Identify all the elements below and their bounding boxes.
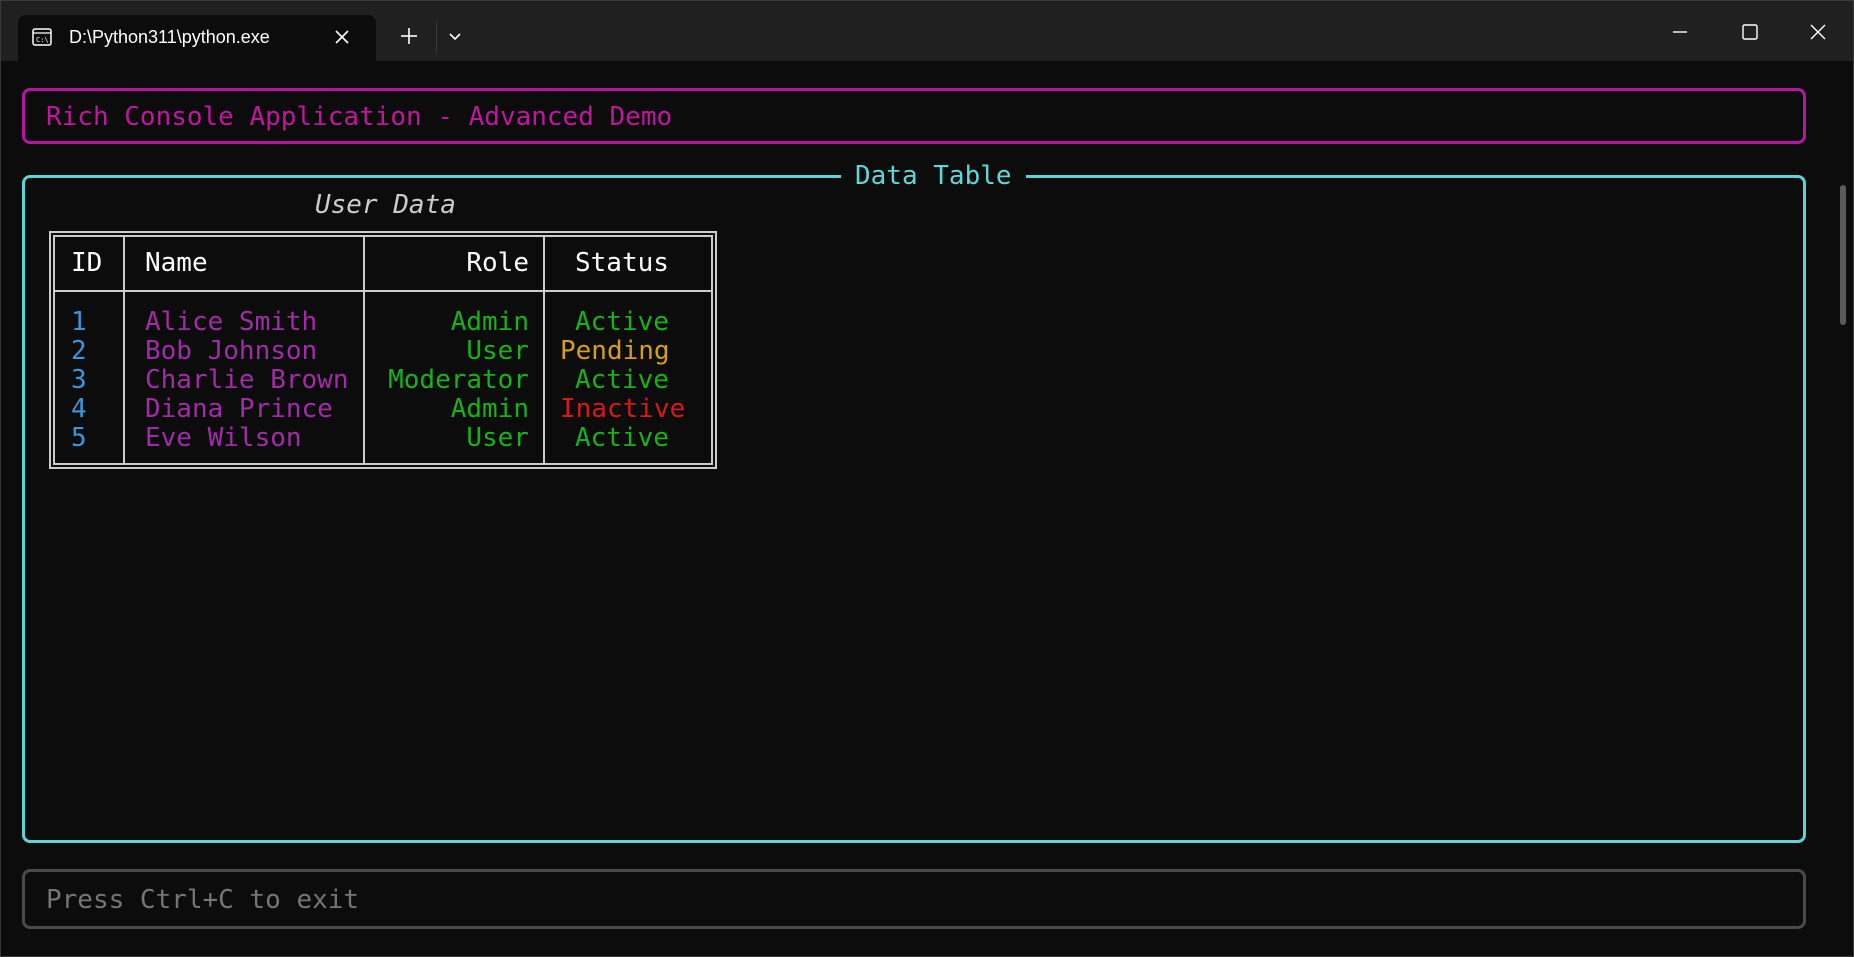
scrollbar-thumb[interactable]	[1840, 185, 1846, 325]
user-data-table: ID Name Role Status 1 Alice Smith Admin …	[49, 231, 717, 469]
input-panel[interactable]	[22, 869, 1806, 929]
cell-role: Admin	[450, 307, 529, 337]
column-divider	[363, 237, 365, 463]
panel-title: Data Table	[841, 161, 1026, 191]
column-header-name: Name	[145, 248, 208, 278]
tab-separator	[436, 21, 437, 53]
terminal-content: Rich Console Application - Advanced Demo…	[1, 61, 1853, 956]
title-bar: C:\ D:\Python311\python.exe	[1, 1, 1853, 61]
cell-status: Pending	[560, 336, 670, 366]
app-title: Rich Console Application - Advanced Demo	[46, 102, 673, 132]
column-divider	[123, 237, 125, 463]
cell-id: 2	[71, 336, 87, 366]
close-icon[interactable]	[332, 27, 352, 47]
window-close-icon[interactable]	[1807, 21, 1829, 43]
terminal-window: C:\ D:\Python311\python.exe Rich Console…	[0, 0, 1854, 957]
cell-id: 4	[71, 394, 87, 424]
column-header-id: ID	[71, 248, 103, 278]
cell-name: Diana Prince	[145, 394, 333, 424]
cell-status: Active	[575, 423, 669, 453]
tab-python[interactable]: C:\ D:\Python311\python.exe	[18, 15, 376, 61]
cell-role: User	[466, 336, 529, 366]
tab-title: D:\Python311\python.exe	[69, 27, 270, 47]
cell-id: 3	[71, 365, 87, 395]
cell-name: Eve Wilson	[145, 423, 302, 453]
svg-text:C:\: C:\	[36, 36, 49, 44]
table-caption: User Data	[315, 190, 456, 220]
data-table-panel: Data Table User Data ID Name Role Status…	[22, 161, 1806, 843]
cell-role: Moderator	[388, 365, 529, 395]
column-header-role: Role	[466, 248, 529, 278]
column-header-status: Status	[575, 248, 669, 278]
header-panel: Rich Console Application - Advanced Demo	[22, 88, 1806, 144]
cell-status: Active	[575, 307, 669, 337]
cell-name: Charlie Brown	[145, 365, 349, 395]
cell-role: User	[466, 423, 529, 453]
terminal-icon: C:\	[32, 28, 52, 46]
plus-icon[interactable]	[398, 25, 420, 47]
cell-status: Inactive	[560, 394, 686, 424]
cell-status: Active	[575, 365, 669, 395]
chevron-down-icon[interactable]	[445, 27, 465, 47]
cell-id: 1	[71, 307, 87, 337]
minimize-icon[interactable]	[1669, 21, 1691, 43]
cell-name: Alice Smith	[145, 307, 318, 337]
column-divider	[543, 237, 545, 463]
cell-id: 5	[71, 423, 87, 453]
maximize-icon[interactable]	[1739, 21, 1761, 43]
header-divider	[55, 290, 711, 292]
cell-name: Bob Johnson	[145, 336, 318, 366]
command-input[interactable]	[46, 885, 1746, 915]
cell-role: Admin	[450, 394, 529, 424]
